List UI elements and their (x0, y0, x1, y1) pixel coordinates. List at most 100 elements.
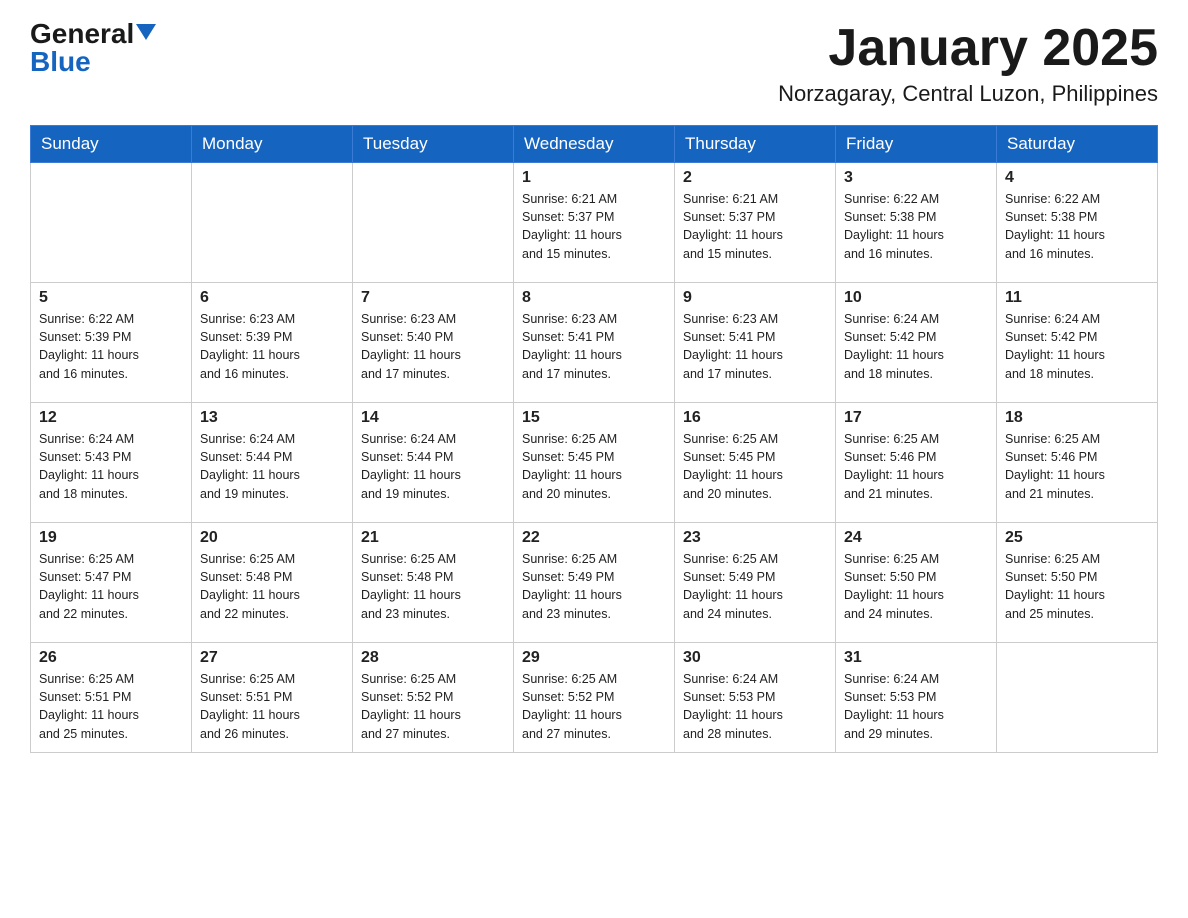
day-number: 18 (1005, 409, 1149, 427)
day-number: 26 (39, 649, 183, 667)
day-number: 8 (522, 289, 666, 307)
calendar-cell: 9 Sunrise: 6:23 AM Sunset: 5:41 PM Daylig… (675, 283, 836, 403)
logo-triangle-icon (136, 24, 156, 40)
calendar-cell (353, 163, 514, 283)
day-info: Sunrise: 6:23 AM Sunset: 5:39 PM Dayligh… (200, 310, 344, 383)
day-info: Sunrise: 6:25 AM Sunset: 5:45 PM Dayligh… (683, 430, 827, 503)
day-number: 13 (200, 409, 344, 427)
calendar-cell: 17 Sunrise: 6:25 AM Sunset: 5:46 PM Dayli… (836, 403, 997, 523)
calendar-cell: 5 Sunrise: 6:22 AM Sunset: 5:39 PM Daylig… (31, 283, 192, 403)
weekday-header-sunday: Sunday (31, 126, 192, 163)
day-info: Sunrise: 6:24 AM Sunset: 5:44 PM Dayligh… (200, 430, 344, 503)
day-info: Sunrise: 6:24 AM Sunset: 5:53 PM Dayligh… (844, 670, 988, 743)
calendar-cell: 27 Sunrise: 6:25 AM Sunset: 5:51 PM Dayli… (192, 643, 353, 753)
day-info: Sunrise: 6:24 AM Sunset: 5:43 PM Dayligh… (39, 430, 183, 503)
calendar-cell: 29 Sunrise: 6:25 AM Sunset: 5:52 PM Dayli… (514, 643, 675, 753)
calendar-cell: 26 Sunrise: 6:25 AM Sunset: 5:51 PM Dayli… (31, 643, 192, 753)
weekday-header-wednesday: Wednesday (514, 126, 675, 163)
day-number: 19 (39, 529, 183, 547)
calendar-cell: 6Sunrise: 6:23 AM Sunset: 5:39 PM Daylig… (192, 283, 353, 403)
day-number: 27 (200, 649, 344, 667)
day-number: 14 (361, 409, 505, 427)
calendar-cell: 3 Sunrise: 6:22 AM Sunset: 5:38 PM Daylig… (836, 163, 997, 283)
day-info: Sunrise: 6:25 AM Sunset: 5:51 PM Dayligh… (200, 670, 344, 743)
day-number: 22 (522, 529, 666, 547)
day-info: Sunrise: 6:21 AM Sunset: 5:37 PM Dayligh… (522, 190, 666, 263)
calendar-cell (31, 163, 192, 283)
day-info: Sunrise: 6:25 AM Sunset: 5:52 PM Dayligh… (361, 670, 505, 743)
day-info: Sunrise: 6:23 AM Sunset: 5:41 PM Dayligh… (683, 310, 827, 383)
calendar-week-5: 26 Sunrise: 6:25 AM Sunset: 5:51 PM Dayli… (31, 643, 1158, 753)
day-info: Sunrise: 6:21 AM Sunset: 5:37 PM Dayligh… (683, 190, 827, 263)
calendar-table: SundayMondayTuesdayWednesdayThursdayFrid… (30, 125, 1158, 753)
calendar-cell: 31 Sunrise: 6:24 AM Sunset: 5:53 PM Dayli… (836, 643, 997, 753)
weekday-header-tuesday: Tuesday (353, 126, 514, 163)
weekday-header-saturday: Saturday (997, 126, 1158, 163)
day-info: Sunrise: 6:24 AM Sunset: 5:42 PM Dayligh… (1005, 310, 1149, 383)
day-number: 16 (683, 409, 827, 427)
calendar-cell (192, 163, 353, 283)
day-number: 31 (844, 649, 988, 667)
day-number: 15 (522, 409, 666, 427)
day-number: 7 (361, 289, 505, 307)
calendar-cell: 28 Sunrise: 6:25 AM Sunset: 5:52 PM Dayli… (353, 643, 514, 753)
day-info: Sunrise: 6:25 AM Sunset: 5:47 PM Dayligh… (39, 550, 183, 623)
day-number: 28 (361, 649, 505, 667)
calendar-week-3: 12Sunrise: 6:24 AM Sunset: 5:43 PM Dayli… (31, 403, 1158, 523)
calendar-cell: 20Sunrise: 6:25 AM Sunset: 5:48 PM Dayli… (192, 523, 353, 643)
calendar-cell (997, 643, 1158, 753)
calendar-cell: 11 Sunrise: 6:24 AM Sunset: 5:42 PM Dayli… (997, 283, 1158, 403)
calendar-cell: 16 Sunrise: 6:25 AM Sunset: 5:45 PM Dayli… (675, 403, 836, 523)
day-number: 2 (683, 169, 827, 187)
calendar-title: January 2025 (778, 20, 1158, 77)
calendar-cell: 23Sunrise: 6:25 AM Sunset: 5:49 PM Dayli… (675, 523, 836, 643)
logo-blue-text: Blue (30, 48, 91, 76)
day-info: Sunrise: 6:22 AM Sunset: 5:38 PM Dayligh… (1005, 190, 1149, 263)
logo-general-text: General (30, 20, 134, 48)
calendar-cell: 30Sunrise: 6:24 AM Sunset: 5:53 PM Dayli… (675, 643, 836, 753)
calendar-cell: 7 Sunrise: 6:23 AM Sunset: 5:40 PM Daylig… (353, 283, 514, 403)
day-info: Sunrise: 6:22 AM Sunset: 5:39 PM Dayligh… (39, 310, 183, 383)
weekday-header-monday: Monday (192, 126, 353, 163)
weekday-header-thursday: Thursday (675, 126, 836, 163)
calendar-cell: 25Sunrise: 6:25 AM Sunset: 5:50 PM Dayli… (997, 523, 1158, 643)
calendar-cell: 10 Sunrise: 6:24 AM Sunset: 5:42 PM Dayli… (836, 283, 997, 403)
day-number: 5 (39, 289, 183, 307)
day-info: Sunrise: 6:25 AM Sunset: 5:48 PM Dayligh… (361, 550, 505, 623)
day-info: Sunrise: 6:25 AM Sunset: 5:51 PM Dayligh… (39, 670, 183, 743)
calendar-cell: 18 Sunrise: 6:25 AM Sunset: 5:46 PM Dayli… (997, 403, 1158, 523)
calendar-week-4: 19 Sunrise: 6:25 AM Sunset: 5:47 PM Dayli… (31, 523, 1158, 643)
day-info: Sunrise: 6:25 AM Sunset: 5:49 PM Dayligh… (683, 550, 827, 623)
day-info: Sunrise: 6:25 AM Sunset: 5:52 PM Dayligh… (522, 670, 666, 743)
day-number: 29 (522, 649, 666, 667)
day-info: Sunrise: 6:23 AM Sunset: 5:41 PM Dayligh… (522, 310, 666, 383)
calendar-cell: 14 Sunrise: 6:24 AM Sunset: 5:44 PM Dayli… (353, 403, 514, 523)
day-info: Sunrise: 6:24 AM Sunset: 5:44 PM Dayligh… (361, 430, 505, 503)
day-info: Sunrise: 6:25 AM Sunset: 5:46 PM Dayligh… (1005, 430, 1149, 503)
day-info: Sunrise: 6:25 AM Sunset: 5:45 PM Dayligh… (522, 430, 666, 503)
calendar-cell: 1Sunrise: 6:21 AM Sunset: 5:37 PM Daylig… (514, 163, 675, 283)
title-block: January 2025 Norzagaray, Central Luzon, … (778, 20, 1158, 107)
day-number: 24 (844, 529, 988, 547)
calendar-cell: 2 Sunrise: 6:21 AM Sunset: 5:37 PM Daylig… (675, 163, 836, 283)
calendar-cell: 13 Sunrise: 6:24 AM Sunset: 5:44 PM Dayli… (192, 403, 353, 523)
calendar-cell: 4Sunrise: 6:22 AM Sunset: 5:38 PM Daylig… (997, 163, 1158, 283)
logo-general-line: General (30, 20, 156, 48)
day-info: Sunrise: 6:25 AM Sunset: 5:46 PM Dayligh… (844, 430, 988, 503)
day-info: Sunrise: 6:23 AM Sunset: 5:40 PM Dayligh… (361, 310, 505, 383)
day-info: Sunrise: 6:22 AM Sunset: 5:38 PM Dayligh… (844, 190, 988, 263)
day-number: 10 (844, 289, 988, 307)
calendar-location: Norzagaray, Central Luzon, Philippines (778, 81, 1158, 107)
weekday-header-friday: Friday (836, 126, 997, 163)
day-number: 17 (844, 409, 988, 427)
day-number: 11 (1005, 289, 1149, 307)
day-number: 25 (1005, 529, 1149, 547)
day-number: 9 (683, 289, 827, 307)
day-info: Sunrise: 6:24 AM Sunset: 5:53 PM Dayligh… (683, 670, 827, 743)
day-number: 3 (844, 169, 988, 187)
day-info: Sunrise: 6:25 AM Sunset: 5:50 PM Dayligh… (844, 550, 988, 623)
calendar-week-1: 1Sunrise: 6:21 AM Sunset: 5:37 PM Daylig… (31, 163, 1158, 283)
calendar-week-2: 5 Sunrise: 6:22 AM Sunset: 5:39 PM Daylig… (31, 283, 1158, 403)
day-info: Sunrise: 6:24 AM Sunset: 5:42 PM Dayligh… (844, 310, 988, 383)
calendar-cell: 19 Sunrise: 6:25 AM Sunset: 5:47 PM Dayli… (31, 523, 192, 643)
